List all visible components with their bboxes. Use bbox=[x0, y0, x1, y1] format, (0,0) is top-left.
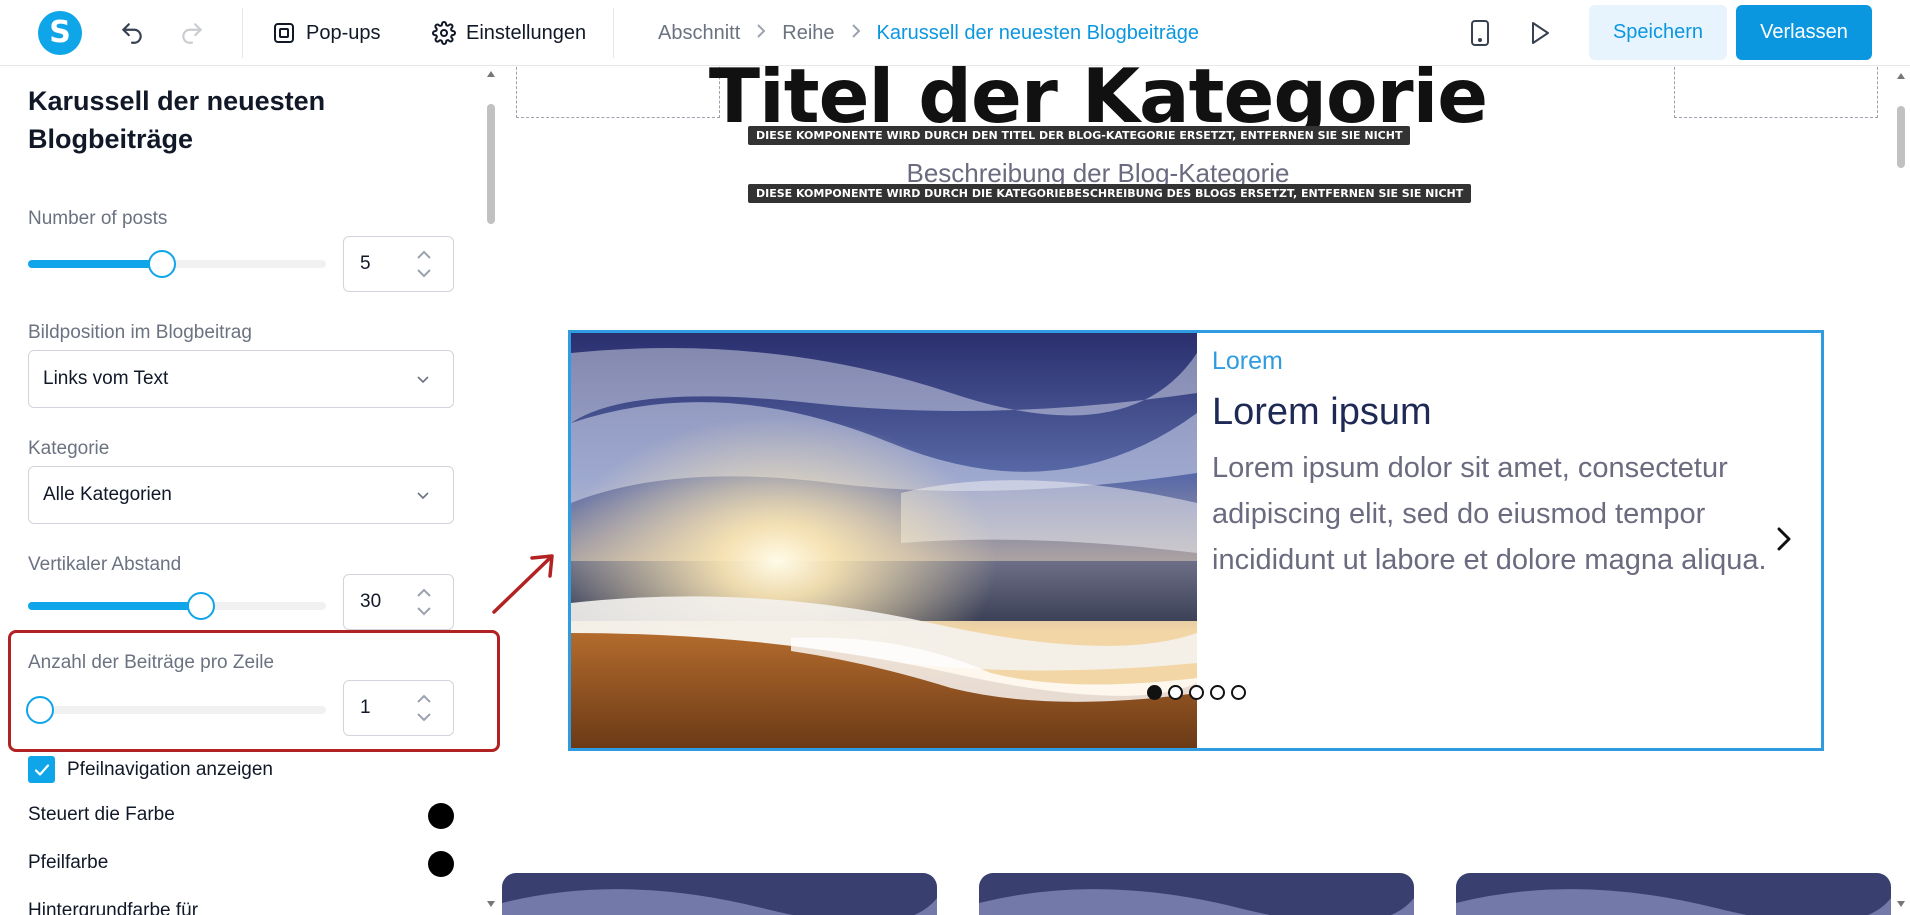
image-position-value: Links vom Text bbox=[43, 368, 169, 389]
control-color-swatch[interactable] bbox=[428, 803, 454, 829]
stepper-icon[interactable] bbox=[415, 585, 433, 619]
post-thumbnail[interactable] bbox=[1456, 873, 1891, 915]
pagination-dot[interactable] bbox=[1231, 685, 1246, 700]
category-value: Alle Kategorien bbox=[43, 484, 172, 505]
control-color-label: Steuert die Farbe bbox=[28, 804, 175, 825]
checkmark-icon bbox=[34, 763, 49, 776]
carousel-pagination bbox=[1147, 685, 1246, 700]
post-thumbnail[interactable] bbox=[502, 873, 937, 915]
number-of-posts-value: 5 bbox=[360, 253, 371, 274]
sidebar-scrollbar[interactable] bbox=[482, 66, 500, 915]
scroll-down-icon[interactable] bbox=[1896, 900, 1906, 908]
number-of-posts-input[interactable]: 5 bbox=[343, 236, 454, 292]
settings-button[interactable]: Einstellungen bbox=[432, 15, 586, 51]
description-replacement-notice: DIESE KOMPONENTE WIRD DURCH DIE KATEGORI… bbox=[748, 184, 1472, 203]
breadcrumb-item-row[interactable]: Reihe bbox=[782, 22, 834, 45]
exit-button[interactable]: Verlassen bbox=[1736, 5, 1872, 60]
arrow-nav-checkbox-row[interactable]: Pfeilnavigation anzeigen bbox=[28, 756, 273, 783]
chevron-right-icon bbox=[849, 23, 863, 44]
slider-fill bbox=[28, 602, 201, 610]
stepper-icon[interactable] bbox=[415, 691, 433, 725]
chevron-right-icon[interactable] bbox=[1769, 524, 1799, 554]
category-label: Kategorie bbox=[28, 438, 110, 459]
slider-handle[interactable] bbox=[148, 250, 177, 278]
post-excerpt: Lorem ipsum dolor sit amet, consectetur … bbox=[1212, 452, 1767, 576]
scroll-up-icon[interactable] bbox=[486, 70, 496, 78]
arrow-nav-checkbox[interactable] bbox=[28, 756, 55, 783]
placeholder-box-left bbox=[516, 66, 720, 118]
background-color-label: Hintergrundfarbe für bbox=[28, 900, 199, 915]
undo-icon[interactable] bbox=[114, 15, 150, 51]
vertical-spacing-label: Vertikaler Abstand bbox=[28, 554, 182, 575]
canvas-scroll-thumb[interactable] bbox=[1897, 106, 1905, 168]
stepper-icon[interactable] bbox=[415, 247, 433, 281]
popup-icon bbox=[274, 23, 294, 43]
redo-icon[interactable] bbox=[174, 15, 210, 51]
popups-label: Pop-ups bbox=[306, 21, 381, 44]
arrow-nav-label: Pfeilnavigation anzeigen bbox=[67, 758, 273, 780]
breadcrumb: Abschnitt Reihe Karussell der neuesten B… bbox=[658, 15, 1199, 51]
arrow-color-label: Pfeilfarbe bbox=[28, 852, 109, 873]
pagination-dot[interactable] bbox=[1210, 685, 1225, 700]
slider-fill bbox=[28, 260, 163, 268]
chevron-right-icon bbox=[754, 23, 768, 44]
app-logo[interactable]: S bbox=[38, 11, 82, 55]
gear-icon bbox=[432, 21, 456, 45]
save-button[interactable]: Speichern bbox=[1589, 5, 1727, 60]
panel-title: Karussell der neuesten Blogbeiträge bbox=[28, 86, 326, 154]
annotation-arrow-icon bbox=[492, 554, 554, 614]
page-canvas: Titel der Kategorie DIESE KOMPONENTE WIR… bbox=[500, 66, 1910, 915]
mobile-preview-icon[interactable] bbox=[1462, 15, 1498, 51]
popups-button[interactable]: Pop-ups bbox=[272, 15, 381, 51]
posts-per-row-value: 1 bbox=[360, 697, 371, 718]
image-position-label: Bildposition im Blogbeitrag bbox=[28, 322, 252, 343]
chevron-down-icon bbox=[417, 376, 429, 384]
slider-handle[interactable] bbox=[25, 696, 54, 724]
posts-per-row-label: Anzahl der Beiträge pro Zeile bbox=[28, 652, 275, 673]
settings-label: Einstellungen bbox=[466, 21, 587, 44]
canvas-scrollbar[interactable] bbox=[1892, 66, 1910, 915]
number-of-posts-label: Number of posts bbox=[28, 208, 168, 229]
title-replacement-notice: DIESE KOMPONENTE WIRD DURCH DEN TITEL DE… bbox=[748, 126, 1411, 145]
post-title[interactable]: Lorem ipsum bbox=[1212, 391, 1432, 434]
scroll-up-icon[interactable] bbox=[1896, 72, 1906, 80]
pagination-dot[interactable] bbox=[1189, 685, 1204, 700]
top-toolbar: S Pop-ups Einstellungen Abschnitt Reihe bbox=[0, 0, 1910, 66]
placeholder-box-right bbox=[1674, 66, 1878, 118]
image-position-select[interactable]: Links vom Text bbox=[28, 350, 454, 408]
post-category[interactable]: Lorem bbox=[1212, 347, 1283, 376]
toolbar-divider bbox=[242, 8, 243, 58]
number-of-posts-slider[interactable] bbox=[28, 250, 326, 278]
post-thumbnail[interactable] bbox=[979, 873, 1414, 915]
settings-sidebar: Karussell der neuesten Blogbeiträge Numb… bbox=[0, 66, 500, 915]
slider-handle[interactable] bbox=[186, 592, 215, 620]
blog-posts-carousel[interactable]: Lorem Lorem ipsum Lorem ipsum dolor sit … bbox=[568, 330, 1824, 751]
beach-sunset-image bbox=[571, 333, 1197, 748]
pagination-dot[interactable] bbox=[1147, 685, 1162, 700]
toolbar-divider bbox=[613, 8, 614, 58]
sidebar-scroll-thumb[interactable] bbox=[487, 104, 495, 224]
vertical-spacing-slider[interactable] bbox=[28, 592, 326, 620]
scroll-down-icon[interactable] bbox=[486, 900, 496, 908]
play-preview-icon[interactable] bbox=[1522, 15, 1558, 51]
posts-per-row-slider[interactable] bbox=[25, 696, 326, 724]
chevron-down-icon bbox=[417, 492, 429, 500]
arrow-color-swatch[interactable] bbox=[428, 851, 454, 877]
vertical-spacing-input[interactable]: 30 bbox=[343, 574, 454, 630]
breadcrumb-item-section[interactable]: Abschnitt bbox=[658, 22, 740, 45]
posts-per-row-input[interactable]: 1 bbox=[343, 680, 454, 736]
breadcrumb-item-current[interactable]: Karussell der neuesten Blogbeiträge bbox=[877, 22, 1199, 45]
vertical-spacing-value: 30 bbox=[360, 591, 382, 612]
pagination-dot[interactable] bbox=[1168, 685, 1183, 700]
category-select[interactable]: Alle Kategorien bbox=[28, 466, 454, 524]
